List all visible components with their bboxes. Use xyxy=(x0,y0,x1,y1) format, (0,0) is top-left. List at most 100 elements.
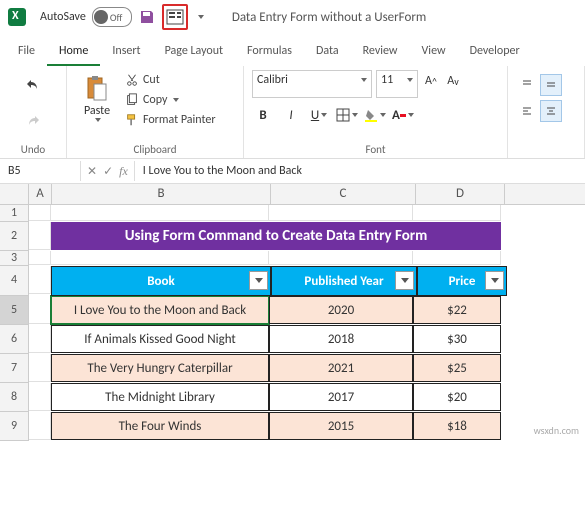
tab-formulas[interactable]: Formulas xyxy=(235,38,304,66)
align-top-button[interactable] xyxy=(516,74,538,96)
grid-row: 2 Using Form Command to Create Data Entr… xyxy=(0,222,585,251)
tab-insert[interactable]: Insert xyxy=(100,38,152,66)
row-header-8[interactable]: 8 xyxy=(0,383,29,412)
table-row: 7 The Very Hungry Caterpillar 2021 $25 xyxy=(0,354,585,383)
fill-color-button[interactable] xyxy=(364,104,386,126)
cell-year[interactable]: 2020 xyxy=(269,296,413,324)
fx-icon[interactable]: fx xyxy=(119,164,128,179)
borders-button[interactable] xyxy=(336,104,358,126)
tab-review[interactable]: Review xyxy=(351,38,410,66)
align-center-button[interactable] xyxy=(540,100,562,122)
cell[interactable] xyxy=(29,412,51,440)
cell-book[interactable]: I Love You to the Moon and Back xyxy=(51,296,269,324)
filter-button[interactable] xyxy=(395,271,414,290)
tab-data[interactable]: Data xyxy=(304,38,351,66)
italic-button[interactable]: I xyxy=(280,104,302,126)
tab-home[interactable]: Home xyxy=(47,38,100,66)
cell[interactable] xyxy=(51,251,269,265)
tab-view[interactable]: View xyxy=(410,38,458,66)
align-left-button[interactable] xyxy=(516,100,538,122)
row-header-6[interactable]: 6 xyxy=(0,325,29,354)
column-header-b[interactable]: B xyxy=(52,184,271,204)
filter-button[interactable] xyxy=(249,271,268,290)
font-color-button[interactable]: A xyxy=(392,104,414,126)
filter-button[interactable] xyxy=(485,271,504,290)
cell[interactable] xyxy=(29,354,51,382)
tab-developer[interactable]: Developer xyxy=(458,38,532,66)
shrink-font-button[interactable]: Av xyxy=(444,70,462,92)
tab-page-layout[interactable]: Page Layout xyxy=(153,38,235,66)
cell[interactable] xyxy=(29,266,51,294)
font-size-select[interactable]: 11 xyxy=(376,70,418,98)
row-header-4[interactable]: 4 xyxy=(0,266,29,296)
alignment-group xyxy=(508,66,585,158)
cell-year[interactable]: 2021 xyxy=(269,354,413,382)
cell-price[interactable]: $25 xyxy=(413,354,501,382)
formula-bar[interactable]: I Love You to the Moon and Back xyxy=(134,161,585,181)
redo-button[interactable] xyxy=(24,112,42,130)
font-color-swatch xyxy=(400,114,406,117)
cell[interactable] xyxy=(269,205,413,221)
cell-price[interactable]: $22 xyxy=(413,296,501,324)
cell[interactable] xyxy=(29,222,51,250)
cell-price[interactable]: $30 xyxy=(413,325,501,353)
row-header-9[interactable]: 9 xyxy=(0,412,29,441)
cell[interactable] xyxy=(51,205,269,221)
cancel-formula-icon[interactable]: ✕ xyxy=(87,164,97,179)
cell[interactable] xyxy=(413,251,501,265)
column-header-c[interactable]: C xyxy=(271,184,416,204)
cell[interactable] xyxy=(269,251,413,265)
table-header-price[interactable]: Price xyxy=(417,266,507,296)
table-row: 9 The Four Winds 2015 $18 xyxy=(0,412,585,441)
cell-price[interactable]: $18 xyxy=(413,412,501,440)
cell[interactable] xyxy=(29,325,51,353)
qat-customize-button[interactable] xyxy=(194,8,206,26)
cell-price[interactable]: $20 xyxy=(413,383,501,411)
sheet-title[interactable]: Using Form Command to Create Data Entry … xyxy=(51,222,501,250)
name-box[interactable]: B5 xyxy=(0,161,81,181)
cell-book[interactable]: If Animals Kissed Good Night xyxy=(51,325,269,353)
cell[interactable] xyxy=(413,205,501,221)
cell[interactable] xyxy=(29,251,51,265)
form-command-button[interactable] xyxy=(162,4,188,30)
column-header-d[interactable]: D xyxy=(416,184,505,204)
table-header-year[interactable]: Published Year xyxy=(271,266,417,296)
underline-button[interactable]: U xyxy=(308,104,330,126)
font-name-value: Calibri xyxy=(257,73,288,87)
undo-group: Undo xyxy=(0,66,67,158)
cell[interactable] xyxy=(29,205,51,221)
format-painter-button[interactable]: Format Painter xyxy=(123,112,218,128)
bold-button[interactable]: B xyxy=(252,104,274,126)
table-header-book[interactable]: Book xyxy=(51,266,271,296)
row-header-3[interactable]: 3 xyxy=(0,251,29,266)
cell-year[interactable]: 2015 xyxy=(269,412,413,440)
tab-file[interactable]: File xyxy=(6,38,47,66)
row-header-5[interactable]: 5 xyxy=(0,296,29,325)
cell[interactable] xyxy=(29,383,51,411)
chevron-down-icon xyxy=(380,113,386,117)
column-header-a[interactable]: A xyxy=(29,184,52,204)
row-header-1[interactable]: 1 xyxy=(0,205,29,222)
paste-button[interactable]: Paste xyxy=(75,70,119,128)
undo-button[interactable] xyxy=(24,76,42,94)
enter-formula-icon[interactable]: ✓ xyxy=(103,164,113,179)
row-header-2[interactable]: 2 xyxy=(0,222,29,251)
cell-year[interactable]: 2018 xyxy=(269,325,413,353)
grow-font-button[interactable]: A^ xyxy=(422,70,440,92)
save-button[interactable] xyxy=(138,8,156,26)
cut-button[interactable]: Cut xyxy=(123,72,218,88)
font-name-select[interactable]: Calibri xyxy=(252,70,372,98)
row-header-7[interactable]: 7 xyxy=(0,354,29,383)
cell-book[interactable]: The Midnight Library xyxy=(51,383,269,411)
copy-label: Copy xyxy=(143,93,167,107)
cell-year[interactable]: 2017 xyxy=(269,383,413,411)
cut-label: Cut xyxy=(143,73,160,87)
cell[interactable] xyxy=(29,296,51,324)
cell-book[interactable]: The Very Hungry Caterpillar xyxy=(51,354,269,382)
select-all-button[interactable] xyxy=(0,184,29,204)
cell-book[interactable]: The Four Winds xyxy=(51,412,269,440)
autosave-toggle[interactable]: Off xyxy=(92,7,132,27)
align-middle-button[interactable] xyxy=(540,74,562,96)
table-row: 6 If Animals Kissed Good Night 2018 $30 xyxy=(0,325,585,354)
copy-button[interactable]: Copy xyxy=(123,92,218,108)
